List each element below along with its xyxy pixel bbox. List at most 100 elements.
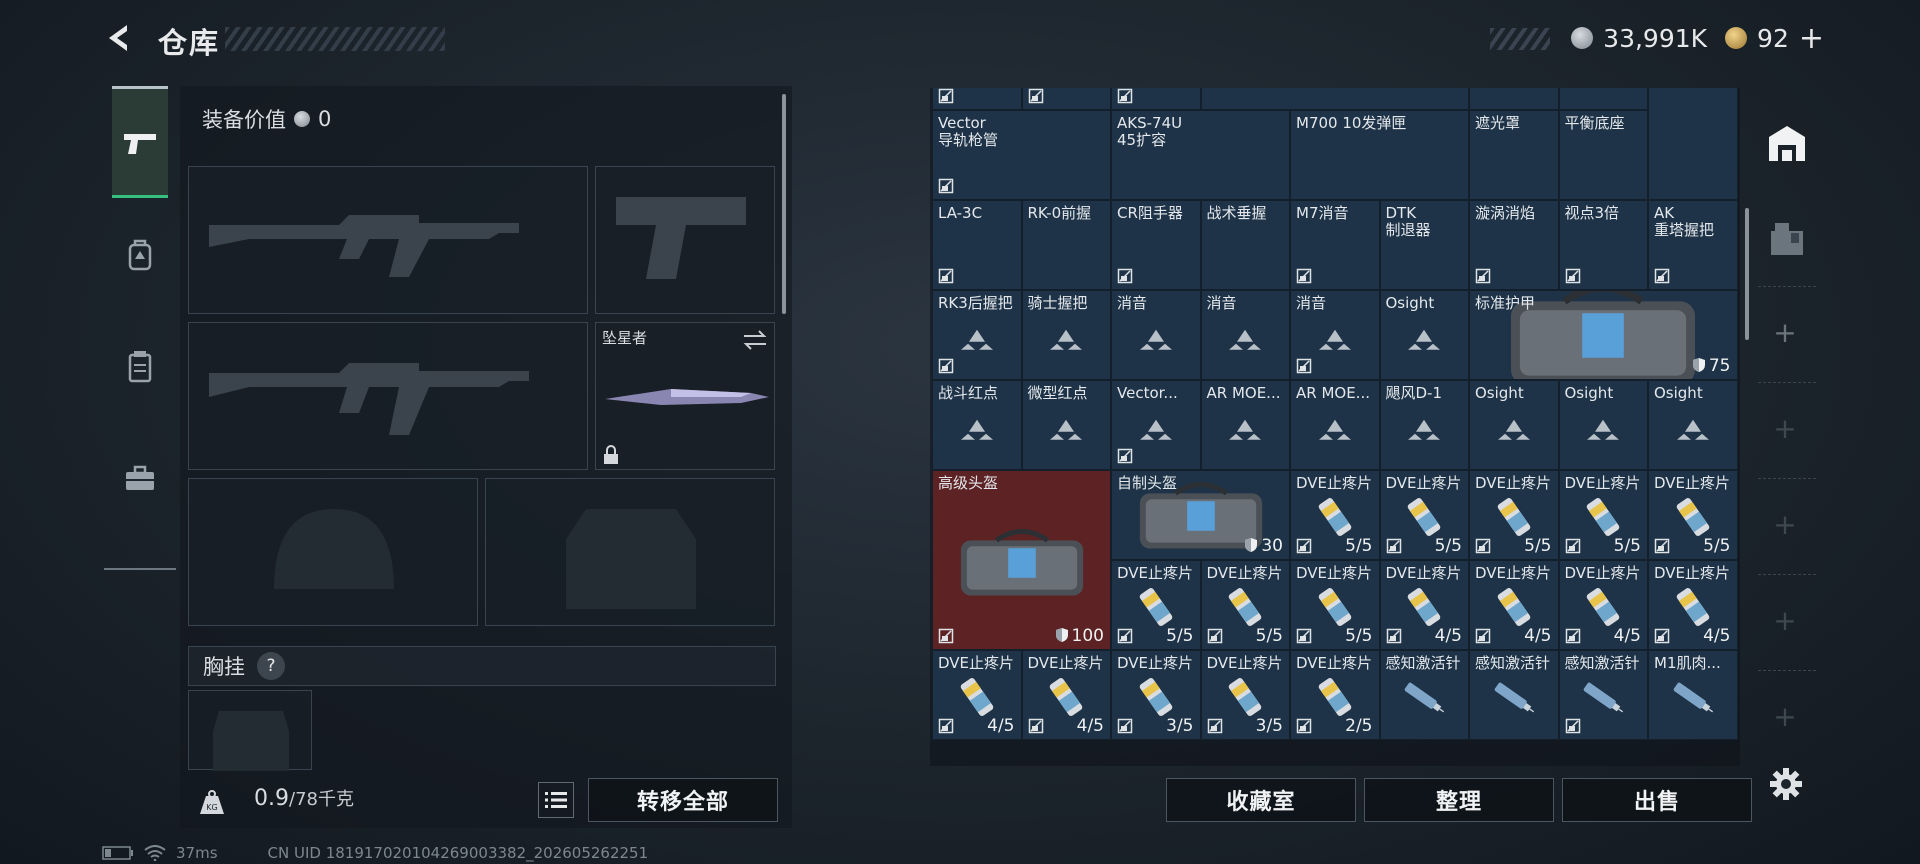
inventory-item[interactable]: 骑士握把 (1021, 290, 1111, 380)
inventory-item[interactable]: 微型红点 (1021, 380, 1111, 470)
inventory-item[interactable]: 视点3倍 (1558, 200, 1648, 290)
inventory-item[interactable]: DVE止疼片 4/5 (1469, 560, 1559, 650)
inventory-item[interactable]: Osight (1558, 380, 1648, 470)
tab-weapons[interactable] (112, 86, 168, 198)
list-view-button[interactable] (538, 782, 574, 818)
add-warehouse-tab-button[interactable]: + (1770, 316, 1800, 349)
tab-vest[interactable] (104, 310, 176, 422)
inventory-item[interactable]: DVE止疼片 5/5 (1111, 560, 1201, 650)
inventory-item[interactable]: DVE止疼片 4/5 (1379, 560, 1469, 650)
inventory-item[interactable]: 感知激活针 (1379, 650, 1469, 740)
add-currency-button[interactable]: + (1799, 21, 1824, 56)
inventory-item[interactable]: Osight (1379, 290, 1469, 380)
inventory-item[interactable]: LA-3C (932, 200, 1022, 290)
inventory-item[interactable]: 标准护甲 75 (1469, 290, 1738, 380)
primary-weapon-slot[interactable] (188, 166, 588, 314)
collection-room-button[interactable]: 收藏室 (1166, 778, 1356, 822)
inventory-item[interactable]: 高级头盔 100 (932, 470, 1111, 650)
inventory-item[interactable]: 消音 (1200, 290, 1290, 380)
inventory-item[interactable]: 自制头盔 30 (1111, 470, 1290, 560)
inventory-item[interactable]: 战斗红点 (932, 380, 1022, 470)
tab-backpack[interactable] (104, 198, 176, 310)
inventory-item[interactable]: 战术垂握 (1200, 200, 1290, 290)
inventory-item[interactable]: DVE止疼片 4/5 (1558, 560, 1648, 650)
item-label: Osight (1564, 384, 1614, 402)
locked-tab-plus-icon: + (1773, 412, 1797, 445)
item-label: DVE止疼片 (1475, 564, 1552, 582)
inventory-item[interactable]: M1肌肉... (1648, 650, 1738, 740)
inventory-item[interactable]: DTK 制退器 (1379, 200, 1469, 290)
item-label: DVE止疼片 (1564, 474, 1641, 492)
inventory-item[interactable]: 消音 (1111, 290, 1201, 380)
inventory-item[interactable]: AR MOE... (1290, 380, 1380, 470)
inventory-item[interactable]: DVE止疼片 5/5 (1558, 470, 1648, 560)
melee-slot[interactable]: 坠星者 (595, 322, 775, 470)
no-insure-icon (938, 718, 954, 734)
inventory-item[interactable]: DVE止疼片 3/5 (1111, 650, 1201, 740)
back-button[interactable] (100, 18, 140, 58)
swap-icon[interactable] (742, 329, 768, 351)
inventory-item[interactable]: DVE止疼片 5/5 (1290, 560, 1380, 650)
inventory-item[interactable]: DVE止疼片 4/5 (1021, 650, 1111, 740)
tab-toolbox[interactable] (104, 422, 176, 534)
inventory-item[interactable]: DVE止疼片 5/5 (1379, 470, 1469, 560)
warehouse-scrollbar[interactable] (1745, 208, 1749, 340)
inventory-item[interactable]: RK3后握把 (932, 290, 1022, 380)
helmet-slot[interactable] (188, 478, 478, 626)
inventory-item[interactable]: Osight (1648, 380, 1738, 470)
inventory-item[interactable]: AK 重塔握把 (1648, 200, 1738, 290)
weight-current: 0.9 (254, 786, 289, 811)
inventory-item[interactable]: DVE止疼片 4/5 (932, 650, 1022, 740)
sell-button[interactable]: 出售 (1562, 778, 1752, 822)
inventory-item[interactable]: DVE止疼片 5/5 (1200, 560, 1290, 650)
inventory-item[interactable] (1200, 88, 1469, 110)
inventory-item[interactable]: 遮光罩 (1469, 110, 1559, 200)
inventory-item[interactable]: 感知激活针 (1558, 650, 1648, 740)
inventory-item[interactable]: DVE止疼片 5/5 (1469, 470, 1559, 560)
inventory-item[interactable]: 飓风D-1 (1379, 380, 1469, 470)
inventory-item[interactable]: Osight (1469, 380, 1559, 470)
inventory-item[interactable] (1111, 88, 1201, 110)
warehouse-tab-2[interactable] (1758, 214, 1816, 264)
empty-slot-icon (1408, 329, 1441, 350)
inventory-item[interactable]: DVE止疼片 4/5 (1648, 560, 1738, 650)
divider (1758, 670, 1816, 671)
inventory-item[interactable]: RK-0前握 (1021, 200, 1111, 290)
inventory-item[interactable]: Vector 导轨枪管 (932, 110, 1111, 200)
settings-button[interactable] (1766, 764, 1806, 804)
item-label: DVE止疼片 (1206, 654, 1283, 672)
inventory-item[interactable]: M700 10发弹匣 (1290, 110, 1469, 200)
inventory-item[interactable]: AR MOE... (1200, 380, 1290, 470)
sidearm-slot[interactable] (595, 166, 775, 314)
warehouse-tab-main[interactable] (1758, 116, 1816, 170)
inventory-item[interactable]: CR阻手器 (1111, 200, 1201, 290)
inventory-item[interactable] (1469, 88, 1559, 110)
armor-slot[interactable] (485, 478, 775, 626)
chest-rig-slot[interactable] (188, 690, 312, 771)
tickets-value: 92 (1757, 23, 1789, 53)
inventory-item[interactable]: AKS-74U 45扩容 (1111, 110, 1290, 200)
no-insure-icon (1565, 718, 1580, 734)
sort-button[interactable]: 整理 (1364, 778, 1554, 822)
inventory-item[interactable]: 漩涡消焰 (1469, 200, 1559, 290)
item-count-value: 5/5 (1255, 626, 1283, 646)
inventory-item[interactable] (1558, 88, 1648, 110)
inventory-item[interactable]: DVE止疼片 5/5 (1290, 470, 1380, 560)
inventory-item[interactable] (1021, 88, 1111, 110)
secondary-weapon-slot[interactable] (188, 322, 588, 470)
inventory-item[interactable]: 感知激活针 (1469, 650, 1559, 740)
inventory-item[interactable] (1648, 88, 1738, 200)
inventory-item[interactable]: 消音 (1290, 290, 1380, 380)
inventory-item[interactable]: DVE止疼片 5/5 (1648, 470, 1738, 560)
equipment-scrollbar[interactable] (782, 94, 786, 314)
inventory-item[interactable]: DVE止疼片 2/5 (1290, 650, 1380, 740)
inventory-item[interactable]: Vector... (1111, 380, 1201, 470)
inventory-item[interactable]: DVE止疼片 3/5 (1200, 650, 1290, 740)
item-label: DVE止疼片 (1296, 564, 1373, 582)
inventory-item[interactable] (932, 88, 1022, 110)
inventory-item[interactable]: M7消音 (1290, 200, 1380, 290)
no-insure-icon (1475, 268, 1491, 284)
inventory-item[interactable]: 平衡底座 (1558, 110, 1648, 200)
help-icon[interactable]: ? (257, 652, 285, 680)
transfer-all-button[interactable]: 转移全部 (588, 778, 778, 822)
